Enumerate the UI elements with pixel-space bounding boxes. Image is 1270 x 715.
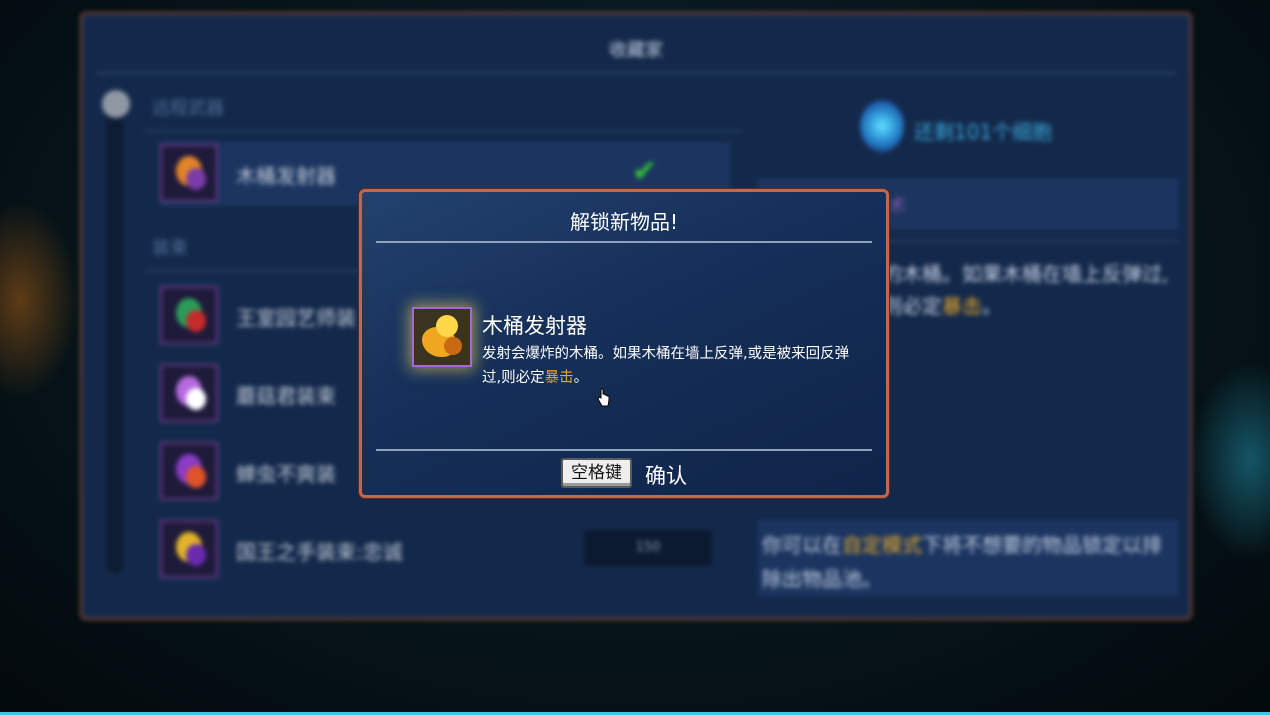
spacebar-key-hint[interactable]: 空格键	[561, 458, 632, 488]
barrel-launcher-icon	[412, 307, 472, 367]
royal-gardener-thumbnail	[160, 286, 218, 344]
detail-description: 的木桶。如果木桶在墙上反弹过,则必定暴击。	[882, 258, 1172, 322]
cells-remaining: 还剩101个细胞	[914, 120, 1053, 144]
title-divider	[96, 72, 1176, 74]
background-glow-right	[1190, 360, 1270, 560]
custom-mode-keyword: 自定模式	[842, 533, 922, 557]
icon-shape	[436, 315, 458, 337]
hand-cursor-icon	[597, 388, 610, 407]
item-name: 蝉虫不爽装	[236, 462, 336, 486]
cicada-outfit-thumbnail	[160, 442, 218, 500]
dialog-divider-bottom	[376, 449, 872, 451]
list-item-kings-hand[interactable]: 国王之手装束:忠诚 150	[160, 518, 730, 582]
background-glow-left	[0, 200, 80, 400]
item-name: 国王之手装束:忠诚	[236, 540, 403, 564]
tip-box: 你可以在自定模式下将不想要的物品锁定以排除出物品池。	[758, 520, 1178, 596]
thumb-shape	[186, 168, 206, 190]
crit-keyword: 暴击	[942, 294, 982, 318]
detail-category: 术	[888, 196, 906, 217]
item-name: 木桶发射器	[236, 164, 336, 188]
cell-cost: 150	[584, 530, 712, 566]
thumb-shape	[186, 388, 206, 410]
section-outfits: 装束	[152, 238, 188, 259]
thumb-shape	[186, 466, 206, 488]
cell-icon	[860, 100, 904, 152]
thumb-shape	[186, 544, 206, 566]
check-icon: ✔	[632, 154, 658, 189]
mushroom-outfit-thumbnail	[160, 364, 218, 422]
desc-text: 发射会爆炸的木桶。如果木桶在墙上反弹,或是被来回反弹过,则必定	[482, 346, 850, 386]
detail-desc-text: 的木桶。如果木桶在墙上反弹过,则必定	[882, 262, 1169, 318]
kings-hand-thumbnail	[160, 520, 218, 578]
section-ranged-weapons: 远程武器	[152, 98, 224, 119]
dialog-divider-top	[376, 241, 872, 243]
detail-desc-end: 。	[982, 294, 1002, 318]
item-name: 王室园艺师装	[236, 306, 356, 330]
item-name: 蘑菇君装束	[236, 384, 336, 408]
barrel-launcher-thumbnail	[160, 144, 218, 202]
tip-text: 你可以在	[762, 533, 842, 557]
unlock-dialog: 解锁新物品! 木桶发射器 发射会爆炸的木桶。如果木桶在墙上反弹,或是被来回反弹过…	[359, 189, 889, 498]
scrollbar-track[interactable]	[106, 94, 124, 574]
unlocked-item-name: 木桶发射器	[482, 314, 587, 338]
confirm-button[interactable]: 确认	[645, 460, 687, 490]
crit-keyword: 暴击	[544, 370, 574, 386]
section-divider	[144, 130, 740, 132]
unlocked-item-description: 发射会爆炸的木桶。如果木桶在墙上反弹,或是被来回反弹过,则必定暴击。	[482, 342, 862, 390]
thumb-shape	[186, 310, 206, 332]
scrollbar-thumb[interactable]	[102, 90, 130, 118]
dialog-title: 解锁新物品!	[569, 210, 679, 234]
icon-shape	[444, 337, 462, 355]
desc-text-end: 。	[573, 370, 589, 386]
collector-title: 收藏家	[609, 40, 663, 61]
